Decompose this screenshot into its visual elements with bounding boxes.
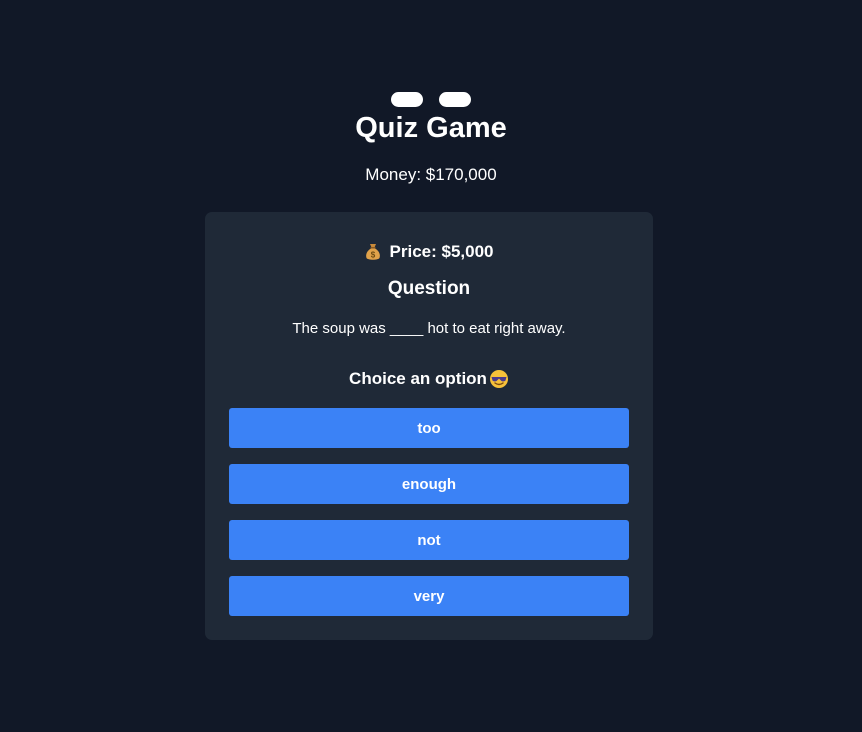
lifeline-button-2[interactable]: [439, 92, 471, 107]
option-button-not[interactable]: not: [229, 520, 629, 560]
options-list: too enough not very: [229, 408, 629, 616]
option-button-too[interactable]: too: [229, 408, 629, 448]
price-label: Price: $5,000: [389, 242, 494, 261]
lifeline-button-1[interactable]: [391, 92, 423, 107]
question-text: The soup was ____ hot to eat right away.: [292, 320, 566, 337]
page-title: Quiz Game: [355, 112, 507, 144]
money-bag-icon: $: [365, 243, 381, 261]
question-heading: Question: [387, 278, 471, 299]
svg-text:$: $: [370, 251, 375, 260]
top-controls: [0, 92, 862, 107]
option-button-enough[interactable]: enough: [229, 464, 629, 504]
option-button-very[interactable]: very: [229, 576, 629, 616]
price-row: $ Price: $5,000: [205, 241, 653, 263]
cool-sunglasses-face-icon: [489, 369, 509, 389]
question-card: $ Price: $5,000 Question The soup was __…: [205, 212, 653, 640]
quiz-game-page: Quiz Game Money: $170,000 $ Price: $5,00…: [0, 0, 862, 732]
choose-label: Choice an option: [349, 369, 487, 388]
choose-prompt: Choice an option: [205, 368, 653, 390]
money-display: Money: $170,000: [365, 165, 497, 184]
